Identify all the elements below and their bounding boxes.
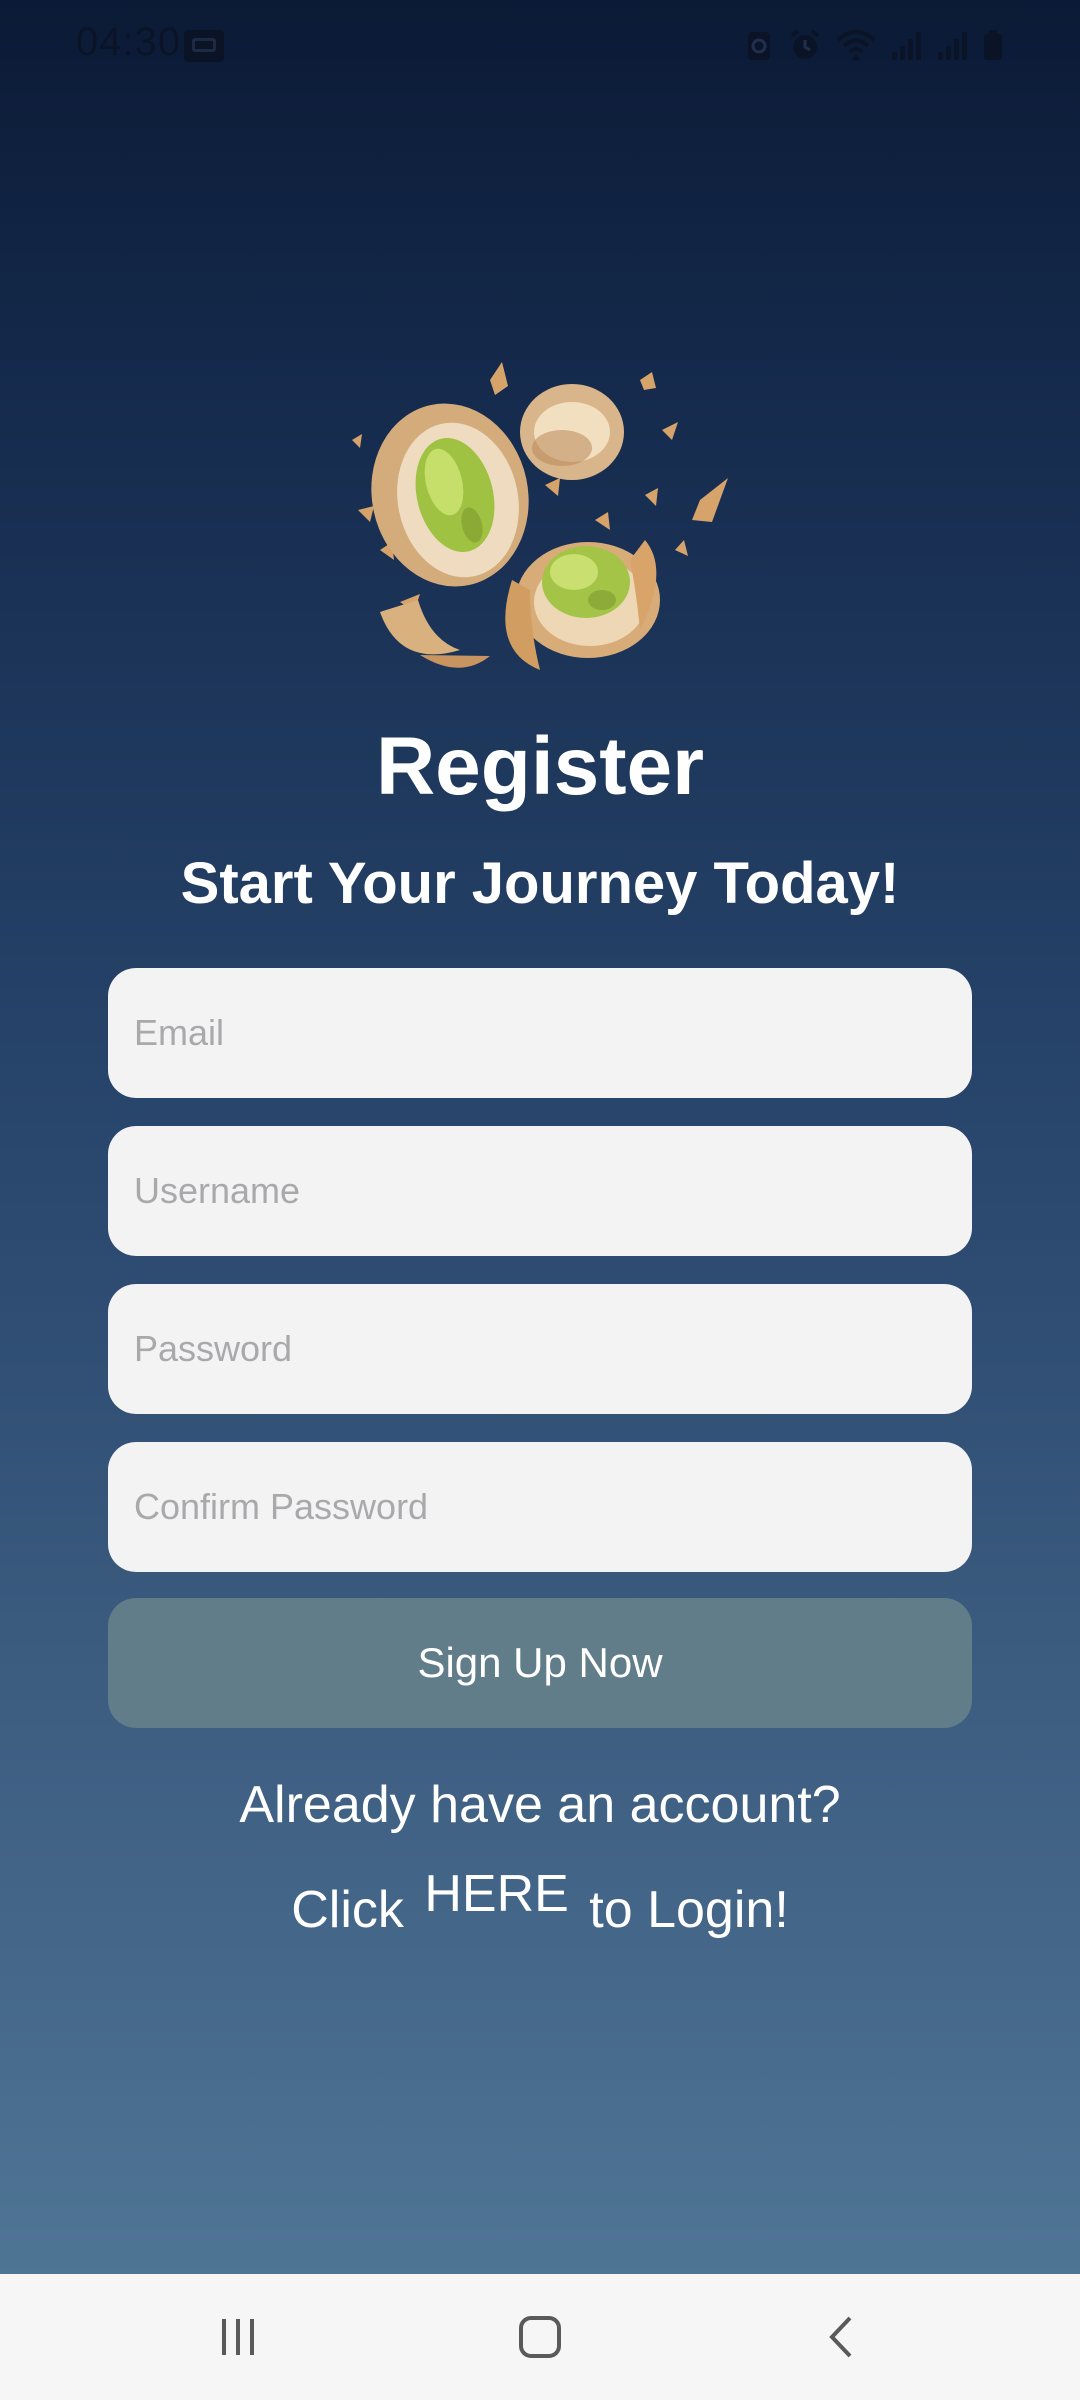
login-suffix-text: to Login!	[589, 1881, 789, 1939]
login-prompt: Click HERE to Login!	[0, 1865, 1080, 1940]
recent-apps-button[interactable]	[198, 2304, 278, 2370]
status-icons	[744, 28, 1004, 62]
page-subtitle: Start Your Journey Today!	[180, 851, 900, 916]
signal-icon-1	[892, 32, 921, 60]
login-prefix-text: Click	[291, 1881, 404, 1939]
password-field[interactable]	[108, 1284, 972, 1414]
alarm-icon	[790, 29, 820, 59]
status-time: 04:30	[76, 20, 182, 64]
signal-icon-2	[938, 32, 967, 60]
home-icon	[519, 2316, 561, 2358]
confirm-password-field[interactable]	[108, 1442, 972, 1572]
register-screen: 04:30 Register Start Your Journey Today!…	[0, 0, 1080, 2400]
back-icon	[829, 2316, 852, 2358]
email-field[interactable]	[108, 968, 972, 1098]
username-field[interactable]	[108, 1126, 972, 1256]
already-have-account-text: Already have an account?	[239, 1776, 841, 1834]
sign-up-button[interactable]: Sign Up Now	[108, 1598, 972, 1728]
back-button[interactable]	[802, 2304, 882, 2370]
pistachio-logo-icon	[352, 362, 728, 670]
battery-saver-icon	[748, 32, 770, 60]
recent-apps-icon	[222, 2319, 254, 2355]
wifi-icon	[836, 30, 876, 61]
login-here-link[interactable]: HERE	[424, 1865, 568, 1923]
status-bar: 04:30	[0, 0, 1080, 92]
notification-icon	[184, 30, 224, 62]
navigation-bar	[0, 2274, 1080, 2400]
page-title: Register	[375, 721, 705, 812]
battery-icon	[984, 30, 1002, 60]
home-button[interactable]	[500, 2304, 580, 2370]
